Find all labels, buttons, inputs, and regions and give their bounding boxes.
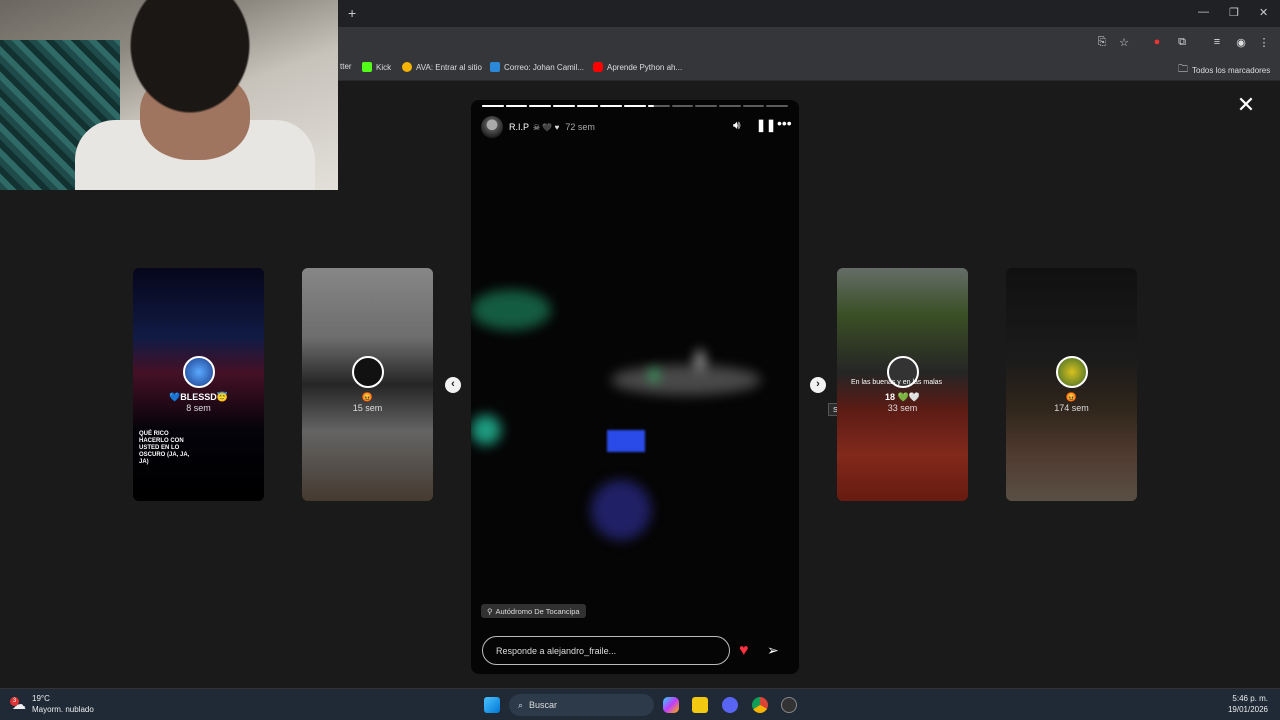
minimize-icon[interactable]: — bbox=[1198, 6, 1209, 18]
maximize-icon[interactable]: ❐ bbox=[1229, 6, 1239, 19]
progress-segment bbox=[695, 105, 717, 107]
copilot-icon[interactable] bbox=[663, 697, 679, 713]
weather-widget[interactable]: ☁ 3 19°C Mayorm. nublado bbox=[10, 693, 94, 715]
folder-icon: 🗀 bbox=[1178, 64, 1188, 75]
progress-segment bbox=[505, 105, 528, 107]
progress-segment bbox=[647, 105, 670, 107]
progress-segment bbox=[624, 105, 646, 107]
install-app-icon[interactable]: ⎘ bbox=[1095, 35, 1109, 49]
bookmark-item[interactable]: tter bbox=[340, 62, 352, 71]
extensions-puzzle-icon[interactable]: ⧉ bbox=[1175, 35, 1189, 49]
discord-icon[interactable] bbox=[722, 697, 738, 713]
close-viewer-button[interactable]: ✕ bbox=[1236, 94, 1256, 116]
progress-segment bbox=[553, 105, 575, 107]
mail-icon bbox=[490, 62, 500, 72]
bookmark-item[interactable]: Aprende Python ah... bbox=[593, 62, 682, 72]
location-chip[interactable]: ⚲ Autódromo De Tocancipa bbox=[481, 604, 586, 618]
story-caption: Y ... bbox=[370, 294, 383, 301]
like-heart-icon[interactable]: ♥ bbox=[739, 642, 749, 660]
next-story-button[interactable]: › bbox=[810, 377, 826, 393]
taskbar-clock[interactable]: 5:46 p. m. 19/01/2026 bbox=[1228, 693, 1268, 715]
side-story-card[interactable]: 💙BLESSD😇 8 sem QUÉ RICO HACERLO CON USTE… bbox=[133, 268, 264, 501]
story-username[interactable]: R.I.P bbox=[509, 122, 529, 132]
volume-icon[interactable]: 🔊︎ bbox=[733, 118, 741, 133]
progress-segment bbox=[671, 105, 694, 107]
progress-segment bbox=[718, 105, 741, 107]
cloud-icon: ☁ 3 bbox=[10, 695, 26, 712]
search-icon: ⌕ bbox=[518, 699, 524, 710]
avatar[interactable] bbox=[481, 116, 503, 138]
pause-icon[interactable]: ❚❚ bbox=[756, 118, 776, 132]
previous-story-button[interactable]: ‹ bbox=[445, 377, 461, 393]
story-header: R.I.P ☠ 🖤 ♥ 72 sem 🔊︎ ❚❚ ••• bbox=[481, 115, 792, 138]
reply-input[interactable]: Responde a alejandro_fraile... bbox=[482, 636, 730, 665]
windows-start-icon[interactable] bbox=[484, 697, 500, 713]
side-story-card[interactable]: 😡 174 sem bbox=[1006, 268, 1137, 501]
file-explorer-icon[interactable] bbox=[692, 697, 708, 713]
all-bookmarks-button[interactable]: 🗀 Todos los marcadores bbox=[1178, 62, 1270, 79]
send-icon[interactable]: ➢ bbox=[767, 642, 779, 659]
weather-badge: 3 bbox=[10, 696, 19, 706]
close-window-icon[interactable]: ✕ bbox=[1259, 6, 1268, 19]
bookmark-item[interactable]: Kick bbox=[362, 62, 391, 72]
chrome-icon[interactable] bbox=[752, 697, 768, 713]
main-story[interactable]: R.I.P ☠ 🖤 ♥ 72 sem 🔊︎ ❚❚ ••• ⚲ Autódromo… bbox=[471, 100, 799, 674]
progress-segment bbox=[766, 105, 788, 107]
progress-segment bbox=[600, 105, 623, 107]
new-tab-button[interactable]: + bbox=[348, 5, 356, 21]
story-caption: En las buenas y en las malas bbox=[851, 379, 943, 386]
avatar bbox=[1055, 356, 1088, 388]
avatar bbox=[351, 356, 384, 388]
media-control-icon[interactable]: ≡ bbox=[1210, 35, 1224, 49]
kick-icon bbox=[362, 62, 372, 72]
story-caption: QUÉ RICO HACERLO CON USTED EN LO OSCURO … bbox=[139, 431, 190, 465]
profile-icon[interactable]: ◉ bbox=[1234, 35, 1248, 49]
bookmark-star-icon[interactable]: ☆ bbox=[1117, 35, 1131, 49]
progress-segment bbox=[529, 105, 552, 107]
taskbar-search[interactable]: ⌕ Buscar bbox=[509, 694, 654, 716]
extension-icon[interactable]: ● bbox=[1150, 35, 1164, 49]
progress-segment bbox=[742, 105, 765, 107]
story-time: 72 sem bbox=[565, 122, 595, 132]
taskbar: ☁ 3 19°C Mayorm. nublado ⌕ Buscar 5:46 p. … bbox=[0, 688, 1280, 720]
avatar bbox=[182, 356, 215, 388]
menu-kebab-icon[interactable]: ⋮ bbox=[1257, 35, 1271, 49]
bookmark-item[interactable]: Correo: Johan Camil... bbox=[490, 62, 584, 72]
webcam-overlay bbox=[0, 0, 338, 190]
bookmark-item[interactable]: AVA: Entrar al sitio bbox=[402, 62, 482, 72]
at-icon bbox=[402, 62, 412, 72]
side-story-card[interactable]: 18 💚🤍 33 sem En las buenas y en las mala… bbox=[837, 268, 968, 501]
more-options-icon[interactable]: ••• bbox=[777, 115, 792, 131]
progress-segment bbox=[482, 105, 504, 107]
app-icon[interactable] bbox=[781, 697, 797, 713]
name-emojis: ☠ 🖤 ♥ bbox=[533, 122, 560, 132]
side-story-card[interactable]: 😡 15 sem Y ... bbox=[302, 268, 433, 501]
youtube-icon bbox=[593, 62, 603, 72]
progress-segment bbox=[576, 105, 599, 107]
location-pin-icon: ⚲ bbox=[487, 606, 493, 616]
